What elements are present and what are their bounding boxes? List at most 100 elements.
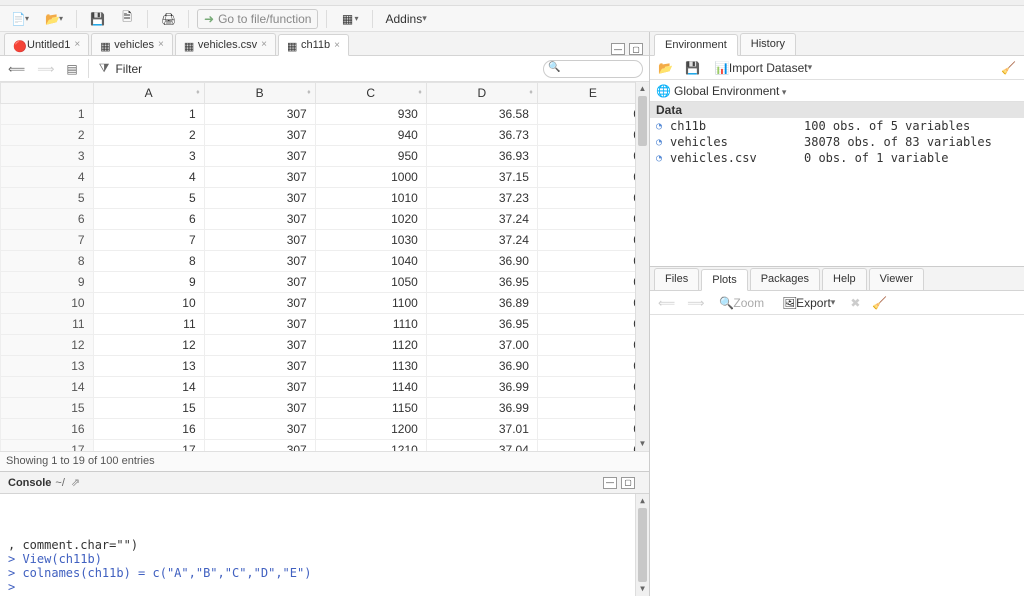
cell[interactable]: 0 [537,272,648,293]
filter-label[interactable]: Filter [115,62,142,76]
maximize-pane-button[interactable]: ▢ [629,43,643,55]
cell[interactable]: 36.89 [426,293,537,314]
cell[interactable]: 37.23 [426,188,537,209]
plot-prev-button[interactable]: ⟸ [656,294,677,312]
table-row[interactable]: 1616307120037.010 [1,419,649,440]
cell[interactable]: 9 [93,272,204,293]
cell[interactable]: 0 [537,209,648,230]
cell[interactable]: 2 [93,125,204,146]
table-row[interactable]: 55307101037.230 [1,188,649,209]
cell[interactable]: 950 [315,146,426,167]
col-header-C[interactable]: C [315,83,426,104]
open-file-button[interactable]: 📂▾ [40,9,68,29]
cell[interactable]: 11 [93,314,204,335]
cell[interactable]: 1100 [315,293,426,314]
data-grid[interactable]: ABCDE1130793036.5802230794036.7303330795… [0,82,649,451]
cell[interactable]: 1110 [315,314,426,335]
cell[interactable]: 307 [204,272,315,293]
cell[interactable]: 307 [204,398,315,419]
cell[interactable]: 0 [537,188,648,209]
cell[interactable]: 36.93 [426,146,537,167]
cell[interactable]: 36.73 [426,125,537,146]
cell[interactable]: 0 [537,230,648,251]
cell[interactable]: 1020 [315,209,426,230]
cell[interactable]: 307 [204,419,315,440]
cell[interactable]: 37.00 [426,335,537,356]
close-icon[interactable]: × [334,40,340,51]
cell[interactable]: 4 [93,167,204,188]
cell[interactable]: 36.99 [426,398,537,419]
scroll-thumb[interactable] [638,96,647,146]
cell[interactable]: 36.58 [426,104,537,125]
table-row[interactable]: 77307103037.240 [1,230,649,251]
cell[interactable]: 14 [93,377,204,398]
cell[interactable]: 1210 [315,440,426,452]
cell[interactable]: 15 [93,398,204,419]
table-row[interactable]: 1010307110036.890 [1,293,649,314]
source-tab-vehicles-csv[interactable]: ▦vehicles.csv× [175,33,276,55]
table-row[interactable]: 1515307115036.990 [1,398,649,419]
cell[interactable]: 307 [204,125,315,146]
cell[interactable]: 36.90 [426,251,537,272]
table-row[interactable]: 1212307112037.000 [1,335,649,356]
clear-workspace-button[interactable]: 🧹 [999,59,1018,77]
expand-icon[interactable]: ◔ [656,121,666,132]
col-header-D[interactable]: D [426,83,537,104]
env-item-vehicles-csv[interactable]: ◔vehicles.csv0 obs. of 1 variable [650,150,1024,166]
cell[interactable]: 307 [204,209,315,230]
cell[interactable]: 0 [537,419,648,440]
grid-view-button[interactable]: ▦▾ [335,9,363,29]
cell[interactable]: 0 [537,146,648,167]
cell[interactable]: 307 [204,167,315,188]
cell[interactable]: 13 [93,356,204,377]
env-item-ch11b[interactable]: ◔ch11b100 obs. of 5 variables [650,118,1024,134]
plots-tab-viewer[interactable]: Viewer [869,268,924,290]
source-tab-ch11b[interactable]: ▦ch11b× [278,34,349,56]
forward-button[interactable]: ⟹ [35,60,56,78]
remove-plot-button[interactable]: ✖ [848,294,862,312]
table-row[interactable]: 66307102037.240 [1,209,649,230]
cell[interactable]: 10 [93,293,204,314]
cell[interactable]: 16 [93,419,204,440]
source-tab-untitled1[interactable]: 🔴Untitled1× [4,33,89,55]
table-row[interactable]: 88307104036.900 [1,251,649,272]
plots-tab-plots[interactable]: Plots [701,269,747,291]
close-icon[interactable]: × [261,39,267,50]
console-scroll-down[interactable]: ▼ [636,582,649,596]
console-minimize-button[interactable]: — [603,477,617,489]
import-dataset-button[interactable]: 📊Import Dataset [710,58,817,78]
expand-icon[interactable]: ◔ [656,153,666,164]
env-scope-selector[interactable]: 🌐 Global Environment [650,80,1024,102]
export-button[interactable]: 🖼Export [777,293,840,313]
back-button[interactable]: ⟸ [6,60,27,78]
console-scroll-up[interactable]: ▲ [636,494,649,508]
cell[interactable]: 307 [204,377,315,398]
table-row[interactable]: 1717307121037.040 [1,440,649,452]
cell[interactable]: 8 [93,251,204,272]
table-row[interactable]: 1111307111036.950 [1,314,649,335]
goto-file-function-input[interactable]: ➜Go to file/function [197,9,318,29]
cell[interactable]: 0 [537,377,648,398]
env-tab-environment[interactable]: Environment [654,34,738,56]
cell[interactable]: 307 [204,104,315,125]
cell[interactable]: 307 [204,230,315,251]
cell[interactable]: 1040 [315,251,426,272]
save-workspace-button[interactable]: 💾 [683,59,702,77]
scroll-down-arrow[interactable]: ▼ [636,437,649,451]
cell[interactable]: 36.90 [426,356,537,377]
cell[interactable]: 6 [93,209,204,230]
addins-button[interactable]: Addins [381,9,432,29]
cell[interactable]: 1150 [315,398,426,419]
console-scroll-thumb[interactable] [638,508,647,582]
env-item-vehicles[interactable]: ◔vehicles38078 obs. of 83 variables [650,134,1024,150]
table-row[interactable]: 1130793036.580 [1,104,649,125]
cell[interactable]: 1130 [315,356,426,377]
plot-next-button[interactable]: ⟹ [685,294,706,312]
cell[interactable]: 17 [93,440,204,452]
search-input[interactable] [543,60,643,78]
load-workspace-button[interactable]: 📂 [656,59,675,77]
cell[interactable]: 37.01 [426,419,537,440]
cell[interactable]: 1140 [315,377,426,398]
cell[interactable]: 36.99 [426,377,537,398]
cell[interactable]: 1000 [315,167,426,188]
